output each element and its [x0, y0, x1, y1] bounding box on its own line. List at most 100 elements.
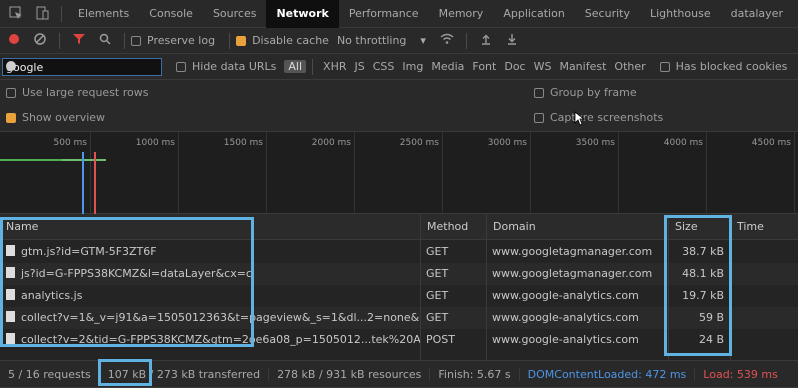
- checkbox-box[interactable]: [236, 35, 247, 46]
- group-by-frame-checkbox[interactable]: Group by frame: [534, 86, 637, 99]
- inspect-element-icon[interactable]: [8, 6, 24, 22]
- timeline-tick: 3500 ms: [576, 132, 619, 214]
- column-size[interactable]: Size: [668, 214, 730, 240]
- import-har-icon[interactable]: [478, 33, 494, 49]
- network-overview[interactable]: 500 ms 1000 ms 1500 ms 2000 ms 2500 ms 3…: [0, 132, 798, 214]
- tab-sources[interactable]: Sources: [203, 0, 267, 28]
- network-settings-pane: Use large request rows Group by frame Sh…: [0, 80, 798, 132]
- export-har-icon[interactable]: [504, 33, 520, 49]
- tab-lighthouse[interactable]: Lighthouse: [640, 0, 721, 28]
- table-row[interactable]: gtm.js?id=GTM-5F3ZT6F GET www.googletagm…: [0, 241, 798, 263]
- network-toolbar: Preserve log Disable cache No throttling…: [0, 28, 798, 54]
- type-filter-ws[interactable]: WS: [530, 60, 556, 73]
- device-toolbar-icon[interactable]: [34, 6, 50, 22]
- type-filter-font[interactable]: Font: [468, 60, 500, 73]
- request-size: 59 B: [698, 311, 724, 324]
- hide-data-urls-checkbox[interactable]: Hide data URLs: [176, 60, 276, 73]
- request-method: POST: [426, 333, 455, 346]
- table-row[interactable]: analytics.js GET www.google-analytics.co…: [0, 285, 798, 307]
- file-icon: [6, 311, 15, 322]
- tab-security[interactable]: Security: [575, 0, 640, 28]
- search-icon[interactable]: [97, 33, 113, 49]
- large-rows-label: Use large request rows: [22, 86, 149, 99]
- filter-input[interactable]: google: [2, 57, 162, 76]
- type-filter-js[interactable]: JS: [351, 60, 369, 73]
- type-filter-media[interactable]: Media: [427, 60, 468, 73]
- throttling-value: No throttling: [336, 34, 407, 47]
- request-domain: www.googletagmanager.com: [492, 267, 653, 280]
- column-method[interactable]: Method: [420, 214, 486, 240]
- divider: [229, 32, 231, 49]
- checkbox-box[interactable]: [6, 112, 16, 123]
- disable-cache-checkbox[interactable]: Disable cache: [236, 34, 329, 47]
- checkbox-box[interactable]: [176, 61, 186, 72]
- has-blocked-cookies-label: Has blocked cookies: [675, 60, 788, 73]
- column-domain[interactable]: Domain: [486, 214, 668, 240]
- dcl-time: DOMContentLoaded: 472 ms: [520, 367, 696, 381]
- type-filter-css[interactable]: CSS: [369, 60, 399, 73]
- checkbox-box[interactable]: [131, 35, 141, 46]
- tab-memory[interactable]: Memory: [429, 0, 494, 28]
- request-size: 19.7 kB: [682, 289, 724, 302]
- requests-table-header: Name Method Domain Size Time: [0, 214, 798, 240]
- mouse-cursor-icon: [574, 111, 586, 129]
- type-filter-manifest[interactable]: Manifest: [555, 60, 610, 73]
- request-domain: www.google-analytics.com: [492, 311, 639, 324]
- clear-filter-icon[interactable]: [6, 60, 16, 71]
- type-filter-img[interactable]: Img: [398, 60, 427, 73]
- tab-application[interactable]: Application: [493, 0, 574, 28]
- table-row[interactable]: collect?v=2&tid=G-FPPS38KCMZ&gtm=2oe6a08…: [0, 329, 798, 351]
- filter-icon[interactable]: [71, 33, 87, 49]
- checkbox-box[interactable]: [659, 61, 670, 72]
- has-blocked-cookies-checkbox[interactable]: Has blocked cookies: [659, 60, 788, 73]
- request-size: 48.1 kB: [682, 267, 724, 280]
- divider: [61, 5, 62, 22]
- request-name: gtm.js?id=GTM-5F3ZT6F: [0, 241, 420, 263]
- record-icon[interactable]: [6, 33, 22, 49]
- transferred-amount: 107 kB: [107, 367, 147, 381]
- waterfall-bar: [62, 159, 106, 161]
- type-filter-other[interactable]: Other: [610, 60, 649, 73]
- network-conditions-icon[interactable]: [439, 33, 455, 49]
- divider: [124, 32, 125, 49]
- request-method: GET: [426, 267, 449, 280]
- column-time[interactable]: Time: [730, 214, 798, 240]
- tab-console[interactable]: Console: [139, 0, 203, 28]
- capture-screenshots-label: Capture screenshots: [550, 111, 664, 124]
- column-divider: [668, 240, 669, 360]
- clear-icon[interactable]: [32, 32, 48, 49]
- column-name[interactable]: Name: [0, 214, 420, 240]
- timeline-tick: 4500 ms: [752, 132, 795, 214]
- checkbox-box[interactable]: [534, 112, 544, 123]
- tab-elements[interactable]: Elements: [68, 0, 139, 28]
- table-row[interactable]: js?id=G-FPPS38KCMZ&l=dataLayer&cx=c GET …: [0, 263, 798, 285]
- type-filter-all[interactable]: All: [284, 60, 307, 73]
- divider: [312, 58, 314, 75]
- request-name: js?id=G-FPPS38KCMZ&l=dataLayer&cx=c: [0, 263, 420, 285]
- timeline-tick: 500 ms: [54, 132, 91, 214]
- request-domain: www.google-analytics.com: [492, 289, 639, 302]
- request-name: collect?v=2&tid=G-FPPS38KCMZ&gtm=2oe6a08…: [0, 329, 420, 351]
- request-size: 38.7 kB: [682, 245, 724, 258]
- show-overview-checkbox[interactable]: Show overview: [6, 111, 105, 124]
- type-filter-xhr[interactable]: XHR: [319, 60, 350, 73]
- request-name: collect?v=1&_v=j91&a=1505012363&t=pagevi…: [0, 307, 420, 329]
- timeline-tick: 1500 ms: [224, 132, 267, 214]
- devtools-tab-bar: Elements Console Sources Network Perform…: [0, 0, 798, 28]
- tab-network[interactable]: Network: [266, 0, 339, 28]
- timeline-tick: 2000 ms: [312, 132, 355, 214]
- throttling-select[interactable]: No throttling ▾: [337, 34, 426, 47]
- tab-datalayer[interactable]: datalayer: [721, 0, 793, 28]
- show-overview-label: Show overview: [22, 111, 106, 124]
- preserve-log-checkbox[interactable]: Preserve log: [131, 34, 215, 47]
- large-rows-checkbox[interactable]: Use large request rows: [6, 86, 148, 99]
- tab-performance[interactable]: Performance: [339, 0, 429, 28]
- finish-time: Finish: 5.67 s: [430, 367, 520, 381]
- capture-screenshots-checkbox[interactable]: Capture screenshots: [534, 111, 663, 124]
- divider: [465, 32, 467, 49]
- table-row[interactable]: collect?v=1&_v=j91&a=1505012363&t=pagevi…: [0, 307, 798, 329]
- type-filter-doc[interactable]: Doc: [500, 60, 529, 73]
- timeline-tick: 1000 ms: [136, 132, 179, 214]
- checkbox-box[interactable]: [534, 87, 544, 98]
- checkbox-box[interactable]: [6, 87, 16, 98]
